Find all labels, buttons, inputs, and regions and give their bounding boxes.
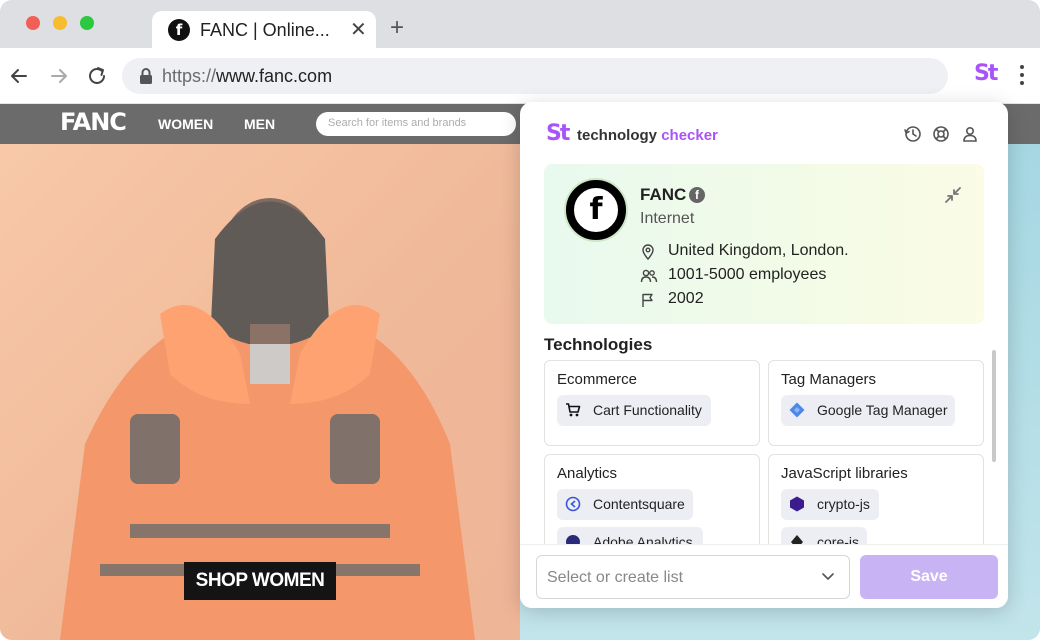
shop-women-button[interactable]: SHOP WOMEN: [184, 562, 336, 600]
company-industry: Internet: [640, 210, 695, 227]
address-bar[interactable]: https://www.fanc.com: [122, 58, 948, 94]
company-employees: 1001-5000 employees: [668, 266, 827, 283]
technologies-grid: Ecommerce Cart Functionality Tag Manager…: [544, 360, 984, 544]
tech-chip[interactable]: core-js: [781, 527, 867, 544]
tech-chip[interactable]: Google Tag Manager: [781, 395, 955, 426]
popup-title: technology checker: [577, 127, 718, 144]
tech-chip-label: Cart Functionality: [593, 402, 702, 418]
tech-category-card: Ecommerce Cart Functionality: [544, 360, 760, 446]
tech-category-card: JavaScript libraries crypto-js core-js: [768, 454, 984, 544]
chevron-down-icon: [822, 573, 834, 580]
gtm-icon: [789, 402, 805, 418]
tech-chip-label: Contentsquare: [593, 496, 685, 512]
close-window-button[interactable]: [26, 16, 40, 30]
browser-window: f FANC | Online... ✕ + https://www.fanc.…: [0, 0, 1040, 640]
tech-chip-label: core-js: [817, 534, 860, 544]
tech-chip[interactable]: Cart Functionality: [557, 395, 711, 426]
technologies-heading: Technologies: [544, 335, 653, 354]
minimize-window-button[interactable]: [53, 16, 67, 30]
location-pin-icon: [642, 244, 654, 260]
tech-category-name: Tag Managers: [781, 371, 877, 388]
tab-strip: f FANC | Online... ✕ +: [0, 0, 1040, 48]
list-select-dropdown[interactable]: Select or create list: [536, 555, 850, 599]
tech-chip-label: Adobe Analytics: [593, 534, 693, 544]
close-tab-button[interactable]: ✕: [350, 17, 367, 42]
new-tab-button[interactable]: +: [390, 14, 404, 42]
flag-icon: [642, 293, 653, 307]
tech-category-card: Tag Managers Google Tag Manager: [768, 360, 984, 446]
tech-list-scrollbar[interactable]: [992, 350, 996, 462]
reload-icon[interactable]: [84, 63, 110, 89]
menu-dots-icon[interactable]: [1014, 62, 1030, 90]
popup-footer: Select or create list Save: [520, 544, 1008, 608]
help-icon[interactable]: [931, 124, 951, 144]
company-name: FANC: [640, 185, 687, 204]
browser-toolbar: https://www.fanc.com St: [0, 48, 1040, 104]
lock-icon: [140, 68, 152, 84]
url-text: https://www.fanc.com: [162, 66, 332, 87]
adobe-analytics-icon: [566, 535, 580, 544]
tech-category-name: JavaScript libraries: [781, 465, 908, 482]
popup-title-main: technology: [577, 127, 658, 144]
list-select-placeholder: Select or create list: [547, 569, 684, 586]
save-button[interactable]: Save: [860, 555, 998, 599]
back-arrow-icon[interactable]: [6, 63, 32, 89]
core-js-icon: [791, 535, 803, 544]
contentsquare-icon: [565, 496, 581, 512]
collapse-icon[interactable]: [944, 186, 962, 204]
favicon-icon: f: [168, 19, 190, 41]
company-location: United Kingdom, London.: [668, 242, 849, 259]
history-icon[interactable]: [903, 124, 923, 144]
user-icon[interactable]: [960, 124, 980, 144]
company-logo: f: [564, 178, 628, 242]
company-logo-letter: f: [589, 192, 603, 227]
tech-chip[interactable]: Adobe Analytics: [557, 527, 703, 544]
employees-icon: [640, 269, 658, 283]
facebook-icon[interactable]: f: [689, 187, 705, 203]
technology-checker-popup: St technology checker f FANC f Internet …: [520, 102, 1008, 608]
url-domain: www.fanc.com: [216, 66, 333, 86]
crypto-js-icon: [790, 496, 804, 512]
browser-tab[interactable]: f FANC | Online... ✕: [152, 11, 376, 48]
extension-icon[interactable]: St: [974, 61, 998, 86]
tech-category-name: Ecommerce: [557, 371, 638, 388]
tech-chip-label: Google Tag Manager: [817, 402, 948, 418]
tech-chip[interactable]: Contentsquare: [557, 489, 693, 520]
maximize-window-button[interactable]: [80, 16, 94, 30]
popup-title-accent: checker: [661, 127, 718, 144]
url-protocol: https://: [162, 66, 217, 86]
tech-category-card: Analytics Contentsquare Adobe Analytics: [544, 454, 760, 544]
company-card: f FANC f Internet United Kingdom, London…: [544, 164, 984, 324]
tech-chip[interactable]: crypto-js: [781, 489, 879, 520]
company-founded: 2002: [668, 290, 704, 307]
tech-chip-label: crypto-js: [817, 496, 870, 512]
popup-logo-icon: St: [546, 121, 570, 146]
tab-title: FANC | Online...: [200, 20, 330, 40]
tech-category-name: Analytics: [557, 465, 618, 482]
cart-icon: [566, 403, 581, 417]
forward-arrow-icon[interactable]: [46, 63, 72, 89]
